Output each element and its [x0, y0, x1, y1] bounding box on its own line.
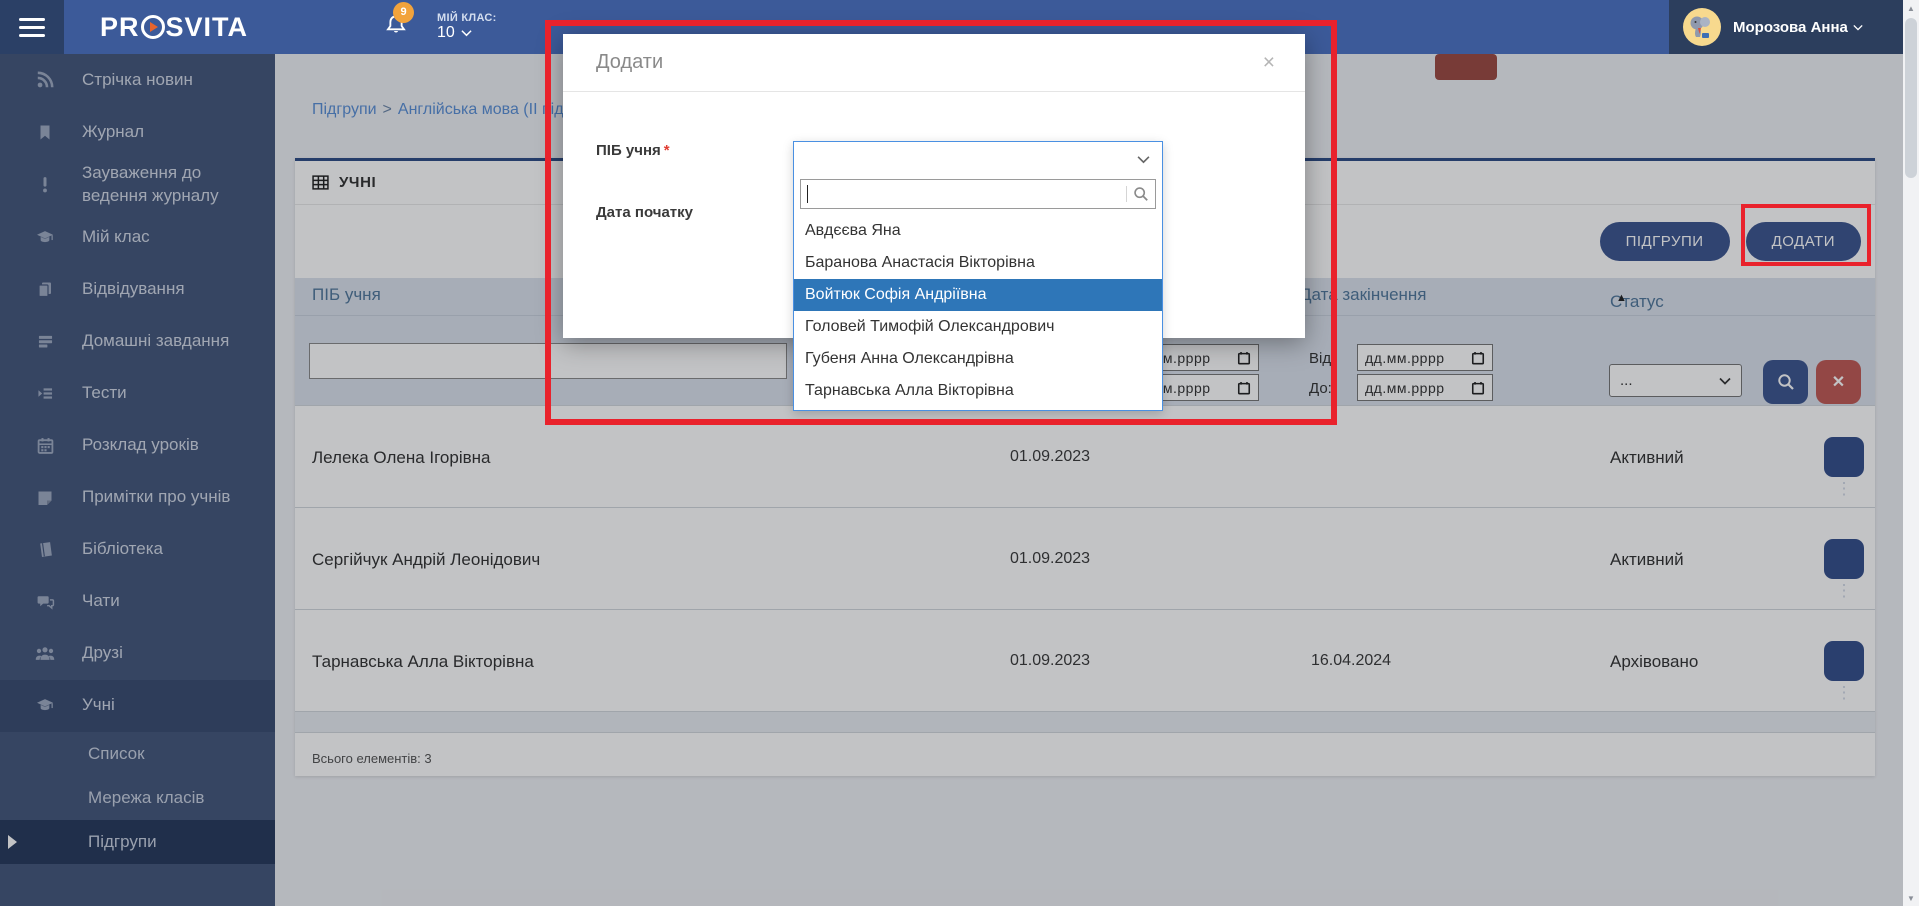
user-menu[interactable]: Морозова Анна [1669, 0, 1903, 54]
scroll-down-icon[interactable]: ▼ [1903, 890, 1919, 906]
logo-text-post: SVITA [166, 12, 249, 43]
notification-badge: 9 [393, 2, 414, 23]
chevron-down-icon [1853, 24, 1863, 31]
play-icon [141, 15, 165, 39]
dropdown-search-input[interactable] [800, 179, 1156, 209]
close-icon[interactable]: × [1263, 52, 1275, 73]
chevron-down-icon [461, 29, 472, 37]
required-asterisk: * [664, 142, 670, 159]
dropdown-option[interactable]: Авдєєва Яна [794, 215, 1162, 247]
browser-scrollbar[interactable]: ▲ ▼ [1903, 0, 1919, 906]
search-icon [1126, 186, 1149, 202]
logo-text-pre: PR [100, 12, 140, 43]
hamburger-menu-icon[interactable] [0, 0, 64, 54]
scroll-up-icon[interactable]: ▲ [1903, 0, 1919, 16]
modal-header: Додати × [563, 34, 1305, 92]
scrollbar-thumb[interactable] [1905, 18, 1917, 178]
app-logo: PR SVITA [100, 12, 248, 43]
chevron-down-icon [1137, 155, 1150, 164]
student-select-control[interactable] [794, 142, 1162, 177]
my-class-label: МІЙ КЛАС: [437, 12, 497, 24]
avatar [1683, 8, 1721, 46]
my-class-value: 10 [437, 24, 455, 42]
modal-title: Додати [596, 51, 663, 74]
dropdown-option[interactable]: Головей Тимофій Олександрович [794, 311, 1162, 343]
text-cursor [807, 185, 808, 203]
student-select-dropdown: Авдєєва Яна Баранова Анастасія Вікторівн… [793, 141, 1163, 411]
dropdown-option[interactable]: Губеня Анна Олександрівна [794, 343, 1162, 375]
dropdown-option-selected[interactable]: Войтюк Софія Андріївна [794, 279, 1162, 311]
notifications-bell[interactable]: 9 [383, 12, 409, 43]
user-name: Морозова Анна [1733, 19, 1848, 36]
dropdown-option[interactable]: Тарнавська Алла Вікторівна [794, 375, 1162, 407]
start-date-label: Дата початку [596, 204, 693, 221]
student-name-label: ПІБ учня* [596, 142, 670, 159]
my-class-selector[interactable]: МІЙ КЛАС: 10 [437, 12, 497, 42]
dropdown-option[interactable]: Баранова Анастасія Вікторівна [794, 247, 1162, 279]
